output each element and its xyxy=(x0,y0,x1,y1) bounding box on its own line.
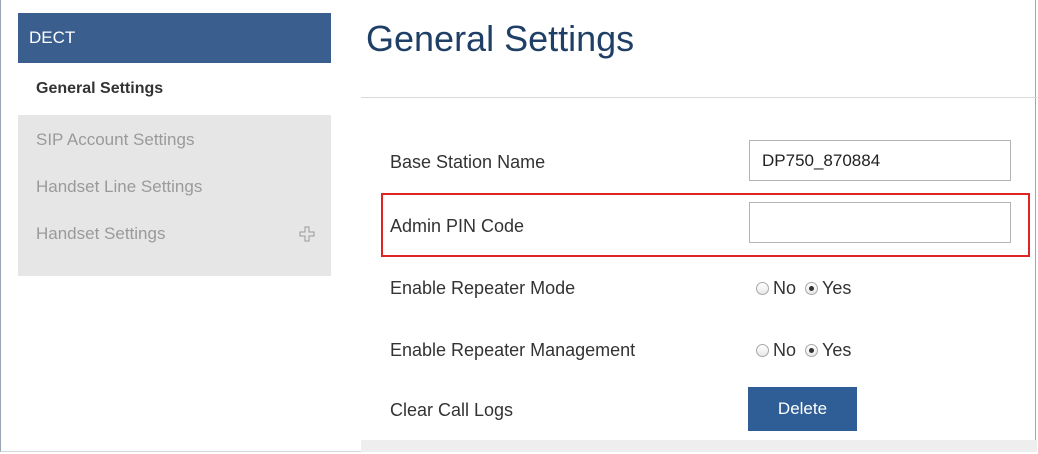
repeater-mode-no-label[interactable]: No xyxy=(773,278,796,299)
repeater-mode-no-radio[interactable] xyxy=(756,282,769,295)
repeater-management-no-radio[interactable] xyxy=(756,344,769,357)
enable-repeater-mode-radio-group: No Yes xyxy=(756,278,860,299)
repeater-management-yes-label[interactable]: Yes xyxy=(822,340,851,361)
plus-icon[interactable] xyxy=(299,219,315,251)
base-station-name-input[interactable] xyxy=(749,140,1011,181)
enable-repeater-mode-label: Enable Repeater Mode xyxy=(390,278,576,298)
sidebar-item-general-settings[interactable]: General Settings xyxy=(18,63,331,115)
sidebar-item-handset-line-settings[interactable]: Handset Line Settings xyxy=(18,172,331,219)
repeater-management-no-label[interactable]: No xyxy=(773,340,796,361)
page-title: General Settings xyxy=(366,18,635,59)
enable-repeater-management-radio-group: No Yes xyxy=(756,340,860,361)
repeater-management-yes-radio[interactable] xyxy=(805,344,819,357)
bottom-band xyxy=(361,440,1037,452)
sidebar-group: SIP Account Settings Handset Line Settin… xyxy=(18,115,331,276)
sidebar-item-label: Handset Line Settings xyxy=(36,177,203,196)
base-station-name-label: Base Station Name xyxy=(390,152,546,172)
title-divider xyxy=(361,97,1037,98)
enable-repeater-management-label: Enable Repeater Management xyxy=(390,340,636,360)
clear-call-logs-label: Clear Call Logs xyxy=(390,400,514,420)
sidebar-item-handset-settings[interactable]: Handset Settings xyxy=(18,219,331,266)
admin-pin-code-input[interactable] xyxy=(749,202,1011,243)
repeater-mode-yes-radio[interactable] xyxy=(805,282,819,295)
sidebar: DECT General Settings SIP Account Settin… xyxy=(18,13,331,276)
sidebar-item-sip-account-settings[interactable]: SIP Account Settings xyxy=(18,125,331,172)
main-content: General Settings Base Station Name Admin… xyxy=(361,0,1037,452)
delete-button[interactable]: Delete xyxy=(748,387,857,431)
admin-pin-code-label: Admin PIN Code xyxy=(390,216,525,236)
page-frame: DECT General Settings SIP Account Settin… xyxy=(0,0,1037,452)
sidebar-item-label: Handset Settings xyxy=(36,224,166,243)
sidebar-header-dect[interactable]: DECT xyxy=(18,13,331,63)
repeater-mode-yes-label[interactable]: Yes xyxy=(822,278,851,299)
sidebar-item-label: SIP Account Settings xyxy=(36,130,195,149)
